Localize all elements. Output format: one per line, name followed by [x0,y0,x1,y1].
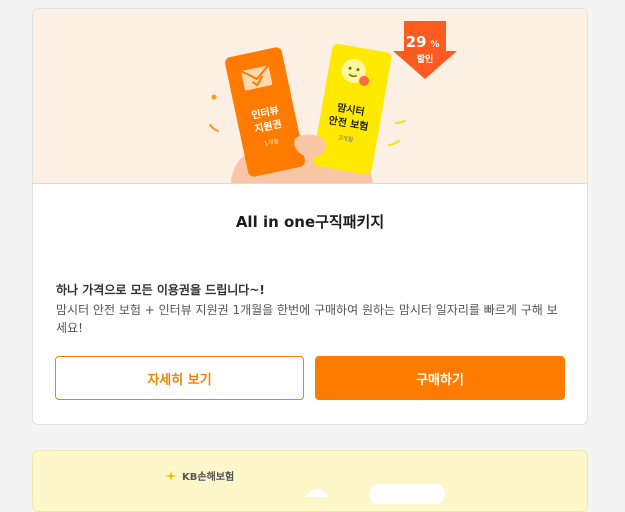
next-card-badge [369,484,445,504]
svg-text:할인: 할인 [417,53,434,65]
svg-text:29: 29 [406,33,427,51]
svg-text:%: % [430,40,439,50]
kb-star-icon [165,470,177,481]
discount-arrow: 29 % 할인 [393,21,457,79]
product-title: All in one구직패키지 [235,213,385,231]
buy-button[interactable]: 구매하기 [315,356,565,400]
next-product-card[interactable]: KB손해보험 [32,450,588,512]
orange-card: 인터뷰 지원권 1개월 [225,47,305,177]
banner-illustration: 인터뷰 지원권 1개월 맘시터 안전 보험 3개월 29 % 할인 [209,21,457,183]
product-card: 인터뷰 지원권 1개월 맘시터 안전 보험 3개월 29 % 할인 All in… [32,8,588,425]
decorative-shape [305,489,329,497]
product-banner-illustration: 인터뷰 지원권 1개월 맘시터 안전 보험 3개월 29 % 할인 [33,9,587,184]
kb-insurance-logo: KB손해보험 [163,468,234,483]
product-description: 맘시터 안전 보험 + 인터뷰 지원권 1개월을 한번에 구매하여 원하는 맘시… [56,303,558,335]
yellow-card: 맘시터 안전 보험 3개월 [312,43,392,175]
product-headline: 하나 가격으로 모든 이용권을 드립니다~! [56,283,265,297]
kb-logo-text: KB손해보험 [182,472,235,483]
view-details-button[interactable]: 자세히 보기 [55,356,304,400]
